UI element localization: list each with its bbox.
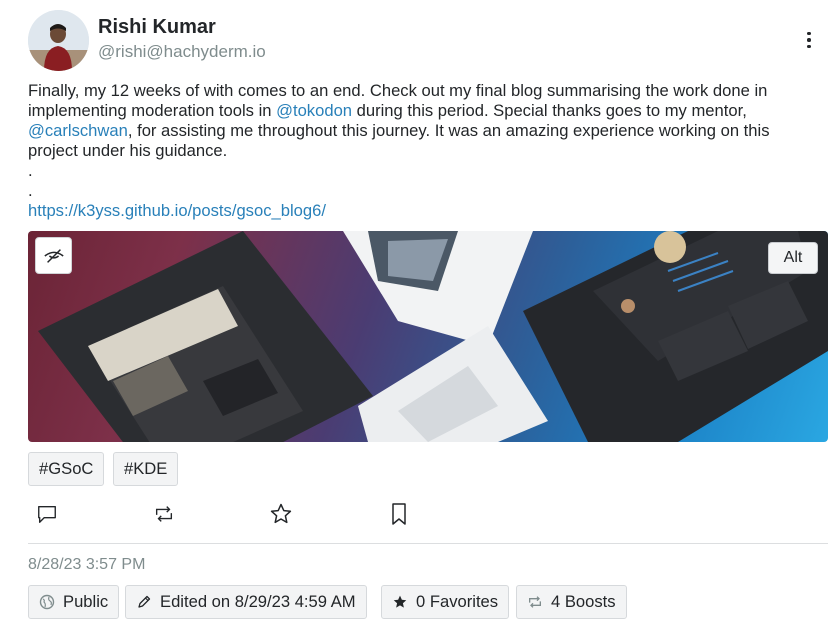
avatar[interactable] (28, 10, 89, 71)
reply-button[interactable] (35, 502, 59, 526)
avatar-image (28, 10, 89, 71)
post: Rishi Kumar @rishi@hachyderm.io Finally,… (0, 0, 828, 626)
alt-text-button[interactable]: Alt (768, 242, 818, 274)
more-dot (807, 44, 811, 49)
hashtag-kde[interactable]: #KDE (113, 452, 179, 486)
blog-link[interactable]: https://k3yss.github.io/posts/gsoc_blog6… (28, 201, 326, 220)
boost-icon (155, 506, 173, 522)
post-text-part: , for assisting me throughout this journ… (28, 121, 770, 160)
post-dot: . (28, 181, 33, 200)
eye-slash-icon (43, 248, 64, 263)
pencil-icon (136, 594, 152, 610)
hide-media-button[interactable] (35, 237, 72, 274)
post-timestamp[interactable]: 8/28/23 3:57 PM (28, 556, 145, 574)
post-text-part: during this period. Special thanks goes … (352, 101, 747, 120)
mention-carlschwan[interactable]: @carlschwan (28, 121, 128, 140)
bookmark-button[interactable] (387, 502, 411, 526)
post-text: Finally, my 12 weeks of with comes to an… (28, 81, 818, 161)
globe-icon (39, 594, 55, 610)
favorite-button[interactable] (269, 502, 293, 526)
author-handle: @rishi@hachyderm.io (98, 42, 266, 61)
divider (28, 543, 828, 544)
more-dot (807, 38, 811, 42)
visibility-chip: Public (28, 585, 120, 619)
reply-icon (38, 505, 56, 523)
post-dot: . (28, 161, 33, 180)
star-icon (270, 503, 292, 524)
star-filled-icon (392, 594, 408, 610)
boosts-label: 4 Boosts (551, 592, 616, 611)
boosts-chip[interactable]: 4 Boosts (516, 585, 627, 619)
visibility-label: Public (63, 592, 109, 611)
favorites-chip[interactable]: 0 Favorites (381, 585, 510, 619)
edited-label: Edited on 8/29/23 4:59 AM (160, 592, 356, 611)
media-attachment[interactable] (28, 231, 828, 442)
edited-chip[interactable]: Edited on 8/29/23 4:59 AM (125, 585, 367, 619)
post-content: Finally, my 12 weeks of with comes to an… (28, 81, 818, 221)
more-dot (807, 31, 811, 36)
media-image (38, 231, 828, 442)
hashtag-gsoc[interactable]: #GSoC (28, 452, 105, 486)
bookmark-icon (392, 503, 406, 525)
more-options-button[interactable] (798, 26, 820, 54)
boost-button[interactable] (152, 502, 176, 526)
boost-small-icon (527, 594, 543, 610)
favorites-label: 0 Favorites (416, 592, 499, 611)
mention-tokodon[interactable]: @tokodon (276, 101, 352, 120)
author-name[interactable]: Rishi Kumar (98, 16, 216, 39)
